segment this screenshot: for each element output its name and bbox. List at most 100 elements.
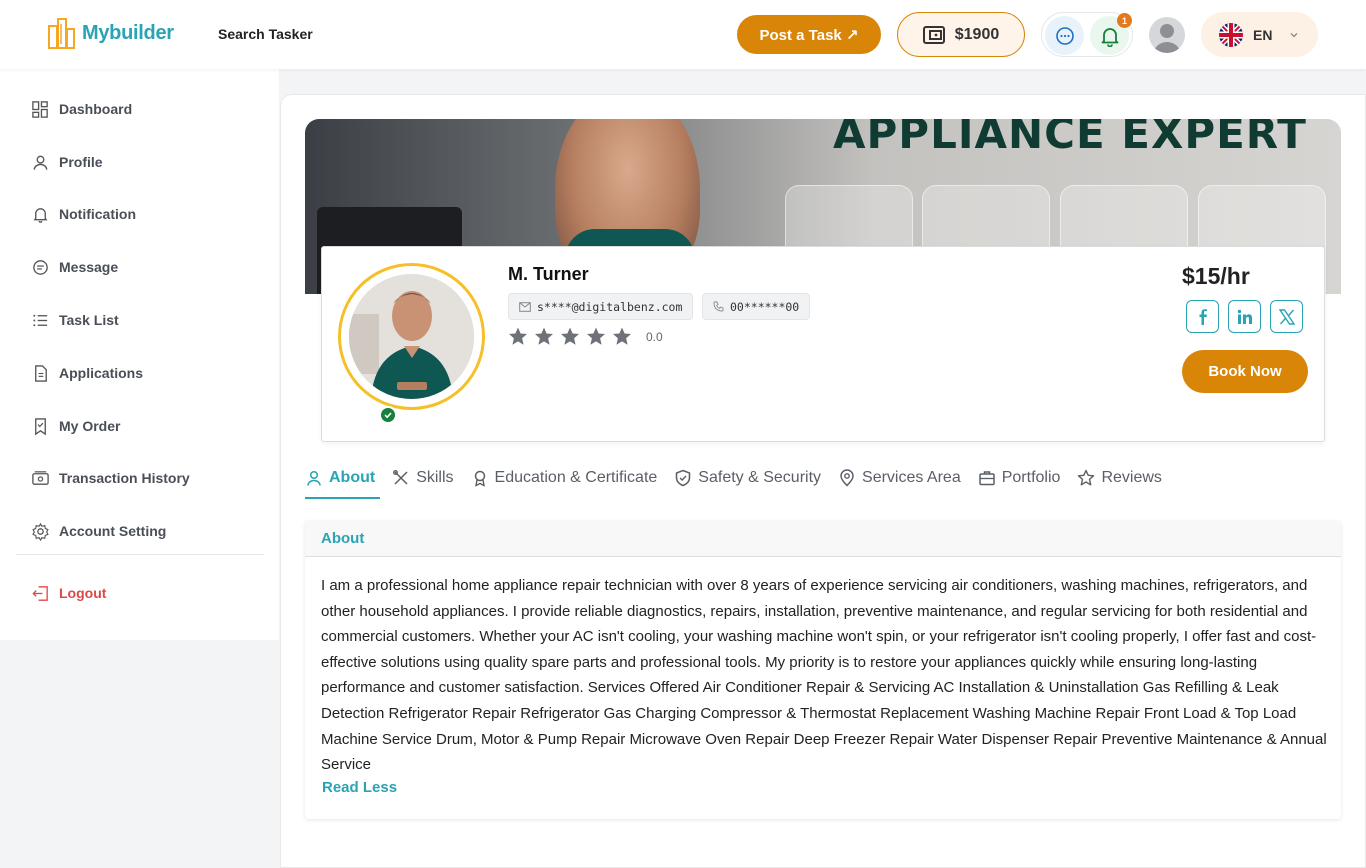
user-icon bbox=[307, 470, 321, 486]
tab-label: Education & Certificate bbox=[494, 469, 658, 486]
tab-label: About bbox=[329, 469, 376, 486]
wallet-icon bbox=[32, 470, 49, 485]
logout-icon bbox=[32, 585, 48, 601]
message-button[interactable] bbox=[1045, 16, 1084, 55]
tab-education-certificate[interactable]: Education & Certificate bbox=[471, 464, 658, 492]
uk-flag-icon bbox=[1219, 22, 1243, 47]
chevron-down-icon bbox=[1290, 32, 1298, 37]
award-icon bbox=[474, 470, 485, 487]
phone-icon bbox=[713, 301, 724, 312]
sidebar-item-dashboard[interactable]: Dashboard bbox=[31, 97, 132, 121]
star-icon bbox=[535, 327, 553, 345]
active-tab-indicator bbox=[305, 497, 380, 499]
about-text: I am a professional home appliance repai… bbox=[321, 577, 1327, 774]
briefcase-icon bbox=[978, 471, 995, 486]
logout-button[interactable]: Logout bbox=[31, 581, 106, 605]
phone-value: 00******00 bbox=[730, 299, 800, 314]
sidebar-item-applications[interactable]: Applications bbox=[31, 361, 143, 385]
sidebar-item-profile[interactable]: Profile bbox=[31, 150, 103, 174]
sidebar: Dashboard Profile Notification Message T… bbox=[0, 69, 279, 640]
banner-title: APPLIANCE EXPERT bbox=[833, 119, 1307, 158]
shield-icon bbox=[676, 469, 691, 487]
email-value: s****@digitalbenz.com bbox=[537, 299, 683, 314]
rating-value: 0.0 bbox=[646, 329, 663, 344]
sidebar-item-label: Transaction History bbox=[59, 470, 190, 486]
sidebar-divider bbox=[16, 554, 264, 555]
sidebar-item-account-setting[interactable]: Account Setting bbox=[31, 519, 166, 543]
chat-icon bbox=[33, 259, 48, 275]
profile-name: M. Turner bbox=[508, 264, 589, 284]
mail-icon bbox=[519, 301, 531, 312]
x-twitter-icon[interactable] bbox=[1270, 300, 1303, 333]
tab-label: Reviews bbox=[1101, 469, 1162, 486]
hourly-rate: $15/hr bbox=[1182, 263, 1250, 289]
wallet-button[interactable]: $1900 bbox=[897, 12, 1025, 57]
map-pin-icon bbox=[840, 469, 854, 487]
profile-card: M. Turner s****@digitalbenz.com 00******… bbox=[321, 246, 1325, 442]
social-links bbox=[1186, 300, 1303, 333]
sidebar-item-task-list[interactable]: Task List bbox=[31, 308, 119, 332]
tab-label: Skills bbox=[416, 469, 454, 486]
profile-avatar bbox=[338, 263, 485, 424]
bell-icon bbox=[1101, 27, 1118, 47]
tab-services-area[interactable]: Services Area bbox=[838, 464, 961, 492]
language-selector[interactable]: EN bbox=[1201, 12, 1318, 57]
tab-safety-security[interactable]: Safety & Security bbox=[674, 464, 821, 492]
sidebar-item-my-order[interactable]: My Order bbox=[31, 414, 120, 438]
search-tasker-link[interactable]: Search Tasker bbox=[218, 26, 313, 42]
sidebar-item-label: Applications bbox=[59, 365, 144, 381]
header-icon-group: 1 bbox=[1041, 12, 1133, 57]
wallet-amount: $1900 bbox=[954, 25, 1000, 43]
star-icon bbox=[561, 327, 579, 345]
tab-reviews[interactable]: Reviews bbox=[1077, 464, 1162, 492]
star-outline-icon bbox=[1078, 469, 1095, 486]
profile-tabs: About Skills Education & Certificate Saf… bbox=[305, 464, 1179, 500]
sidebar-item-label: Task List bbox=[59, 312, 119, 328]
sidebar-item-label: Account Setting bbox=[59, 523, 167, 539]
rating-stars: 0.0 bbox=[508, 327, 663, 346]
notification-badge: 1 bbox=[1117, 13, 1132, 28]
email-pill: s****@digitalbenz.com bbox=[508, 293, 694, 320]
sidebar-item-label: Dashboard bbox=[59, 101, 133, 117]
tab-label: Services Area bbox=[862, 469, 961, 486]
user-placeholder-icon bbox=[1154, 24, 1180, 53]
user-avatar[interactable] bbox=[1149, 17, 1185, 53]
dashboard-icon bbox=[32, 100, 48, 118]
book-now-button[interactable]: Book Now bbox=[1182, 350, 1308, 393]
read-less-link[interactable]: Read Less bbox=[322, 779, 397, 796]
logout-label: Logout bbox=[59, 585, 107, 601]
facebook-icon[interactable] bbox=[1186, 300, 1219, 333]
phone-pill: 00******00 bbox=[702, 293, 811, 320]
user-icon bbox=[33, 155, 48, 170]
star-icon bbox=[587, 327, 605, 345]
post-task-button[interactable]: Post a Task ↗ bbox=[737, 15, 881, 54]
gear-icon bbox=[32, 522, 49, 541]
list-icon bbox=[33, 314, 48, 326]
profile-photo bbox=[349, 274, 474, 399]
sidebar-item-label: Profile bbox=[59, 154, 103, 170]
wallet-icon bbox=[922, 25, 945, 44]
tools-icon bbox=[393, 470, 408, 485]
tab-label: Portfolio bbox=[1001, 469, 1061, 486]
language-label: EN bbox=[1253, 26, 1273, 43]
tab-skills[interactable]: Skills bbox=[392, 464, 454, 492]
person-photo-icon bbox=[349, 274, 474, 399]
about-heading: About bbox=[305, 521, 1341, 557]
sidebar-item-label: Notification bbox=[59, 206, 136, 222]
sidebar-item-notification[interactable]: Notification bbox=[31, 202, 136, 226]
document-icon bbox=[35, 364, 47, 382]
logo[interactable]: Mybuilder bbox=[46, 16, 174, 50]
chat-icon bbox=[1055, 26, 1074, 45]
top-header: Mybuilder Search Tasker Post a Task ↗ $1… bbox=[0, 0, 1366, 69]
sidebar-item-message[interactable]: Message bbox=[31, 255, 118, 279]
sidebar-item-label: My Order bbox=[59, 418, 121, 434]
linkedin-icon[interactable] bbox=[1228, 300, 1261, 333]
tab-label: Safety & Security bbox=[698, 469, 822, 486]
verified-badge-icon bbox=[379, 406, 397, 424]
building-icon bbox=[48, 18, 75, 49]
sidebar-item-transaction-history[interactable]: Transaction History bbox=[31, 466, 190, 490]
star-icon bbox=[613, 327, 631, 345]
tab-portfolio[interactable]: Portfolio bbox=[978, 464, 1061, 492]
bell-icon bbox=[33, 207, 48, 223]
tab-about[interactable]: About bbox=[305, 464, 375, 492]
